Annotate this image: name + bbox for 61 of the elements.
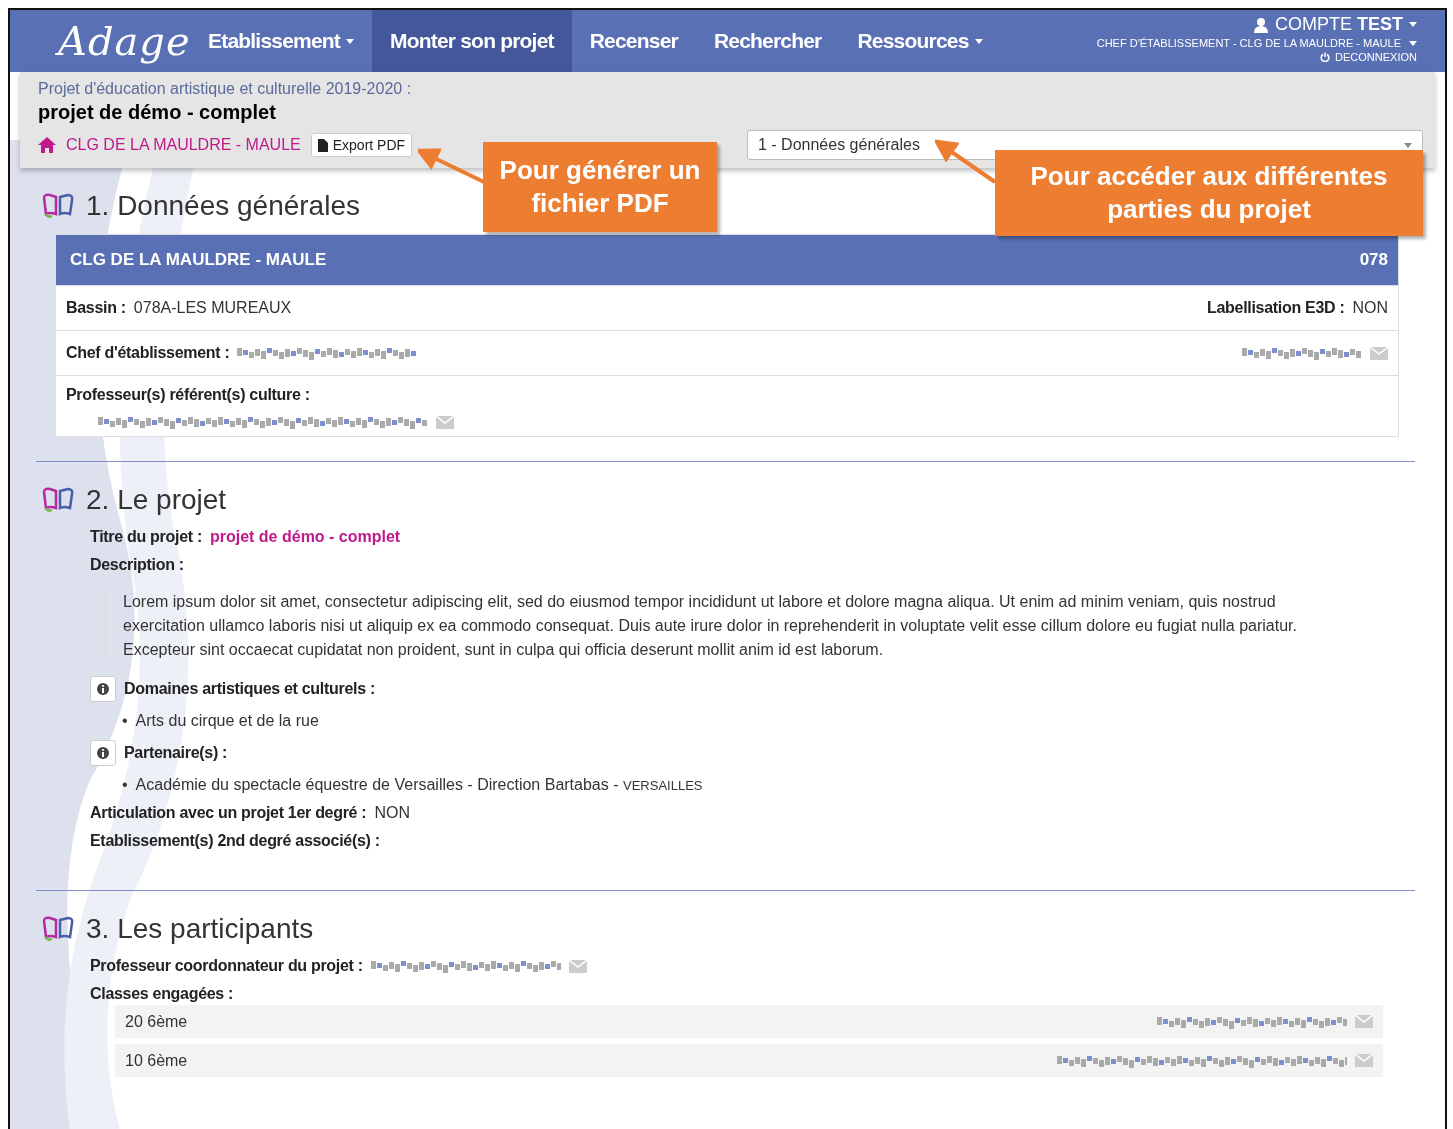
school-link[interactable]: CLG DE LA MAULDRE - MAULE [66, 136, 301, 154]
nav-item[interactable]: Recenser [571, 10, 696, 72]
mail-icon[interactable] [1355, 1054, 1373, 1067]
field-label: Professeur(s) référent(s) culture : [66, 386, 310, 404]
nav-item[interactable]: Etablissement [190, 10, 372, 72]
project-subtitle: Projet d'éducation artistique et culturelle 2019-2020 : [38, 80, 413, 98]
mail-icon[interactable] [1355, 1015, 1373, 1028]
mail-icon[interactable] [568, 959, 587, 973]
class-name: 10 6ème [125, 1051, 188, 1070]
school-name: CLG DE LA MAULDRE - MAULE [70, 250, 327, 270]
caret-icon[interactable] [1409, 40, 1417, 46]
school-code: 078 [1359, 250, 1388, 270]
caret-icon [1409, 22, 1417, 27]
section-logo-icon [40, 486, 76, 514]
mail-icon[interactable] [1370, 346, 1388, 360]
field-label: Professeur coordonnateur du projet : [90, 957, 363, 975]
info-icon [97, 683, 109, 695]
field-label: Chef d'établissement : [66, 344, 230, 362]
export-pdf-button[interactable]: Export PDF [310, 133, 413, 157]
section-logo-icon [40, 915, 76, 943]
class-name: 20 6ème [125, 1012, 188, 1031]
field-label: Articulation avec un projet 1er degré : [90, 804, 367, 822]
nav-item[interactable]: Ressources [839, 10, 1001, 72]
info-icon [97, 747, 109, 759]
field-label: Etablissement(s) 2nd degré associé(s) : [90, 832, 380, 850]
nav-item[interactable]: Rechercher [695, 10, 840, 72]
bullet-mark: • [122, 776, 128, 794]
domain-item: Arts du cirque et de la rue [135, 712, 319, 730]
section-title: 2. Le projet [86, 484, 227, 516]
section-logo-icon [40, 192, 76, 220]
callout-tooltip: Pour accéder aux différentes parties du projet [995, 150, 1423, 236]
info-button[interactable] [90, 676, 116, 702]
callout-tooltip: Pour générer un fichier PDF [483, 142, 717, 232]
field-value: NON [374, 804, 410, 822]
field-label: Titre du projet : [90, 528, 202, 546]
account-role: CHEF D'ÉTABLISSEMENT - CLG DE LA MAULDRE - MAULE [1096, 37, 1401, 49]
logout-link[interactable]: DECONNEXION [1320, 51, 1417, 63]
file-icon [317, 138, 328, 152]
power-icon [1320, 52, 1331, 62]
description-text: Lorem ipsum dolor sit amet, consectetur adipiscing elit, sed do eiusmod tempor incididunt ut labore et dolore magna aliqua. Ut enim ad minim veniam, quis nostrud exercitation ullamco laboris nisi ut aliquip ex ea commodo consequat. Duis aute irure dolor in reprehenderit in voluptate velit esse cillum dolore eu fugiat nulla pariatur. Excepteur sint occaecat cupidatat non proident, sunt in culpa qui officia deserunt mollit anim id est laborum. [105, 590, 1357, 662]
field-label: Bassin : [66, 299, 126, 317]
field-label: Labellisation E3D : [1207, 299, 1345, 317]
partner-item: Académie du spectacle équestre de Versailles - Direction Bartabas - VERSAILLES [135, 776, 703, 794]
section-title: 3. Les participants [86, 913, 314, 945]
field-label: Classes engagées : [90, 985, 234, 1003]
field-value: projet de démo - complet [209, 528, 401, 546]
section-title: 1. Données générales [86, 190, 360, 222]
account-menu[interactable]: COMPTE TEST [1252, 14, 1417, 35]
field-label: Partenaire(s) : [124, 744, 228, 762]
mail-icon[interactable] [436, 415, 454, 429]
home-icon[interactable] [38, 137, 56, 153]
adage-logo[interactable]: Adage [10, 10, 190, 72]
info-button[interactable] [90, 740, 116, 766]
field-value: NON [1352, 299, 1388, 317]
field-value: 078A-LES MUREAUX [133, 299, 292, 317]
project-title: projet de démo - complet [38, 101, 277, 124]
nav-item[interactable]: Monter son projet [372, 10, 572, 72]
user-icon [1252, 16, 1269, 33]
bullet-mark: • [122, 712, 128, 730]
field-label: Description : [90, 556, 184, 574]
field-label: Domaines artistiques et culturels : [124, 680, 375, 698]
